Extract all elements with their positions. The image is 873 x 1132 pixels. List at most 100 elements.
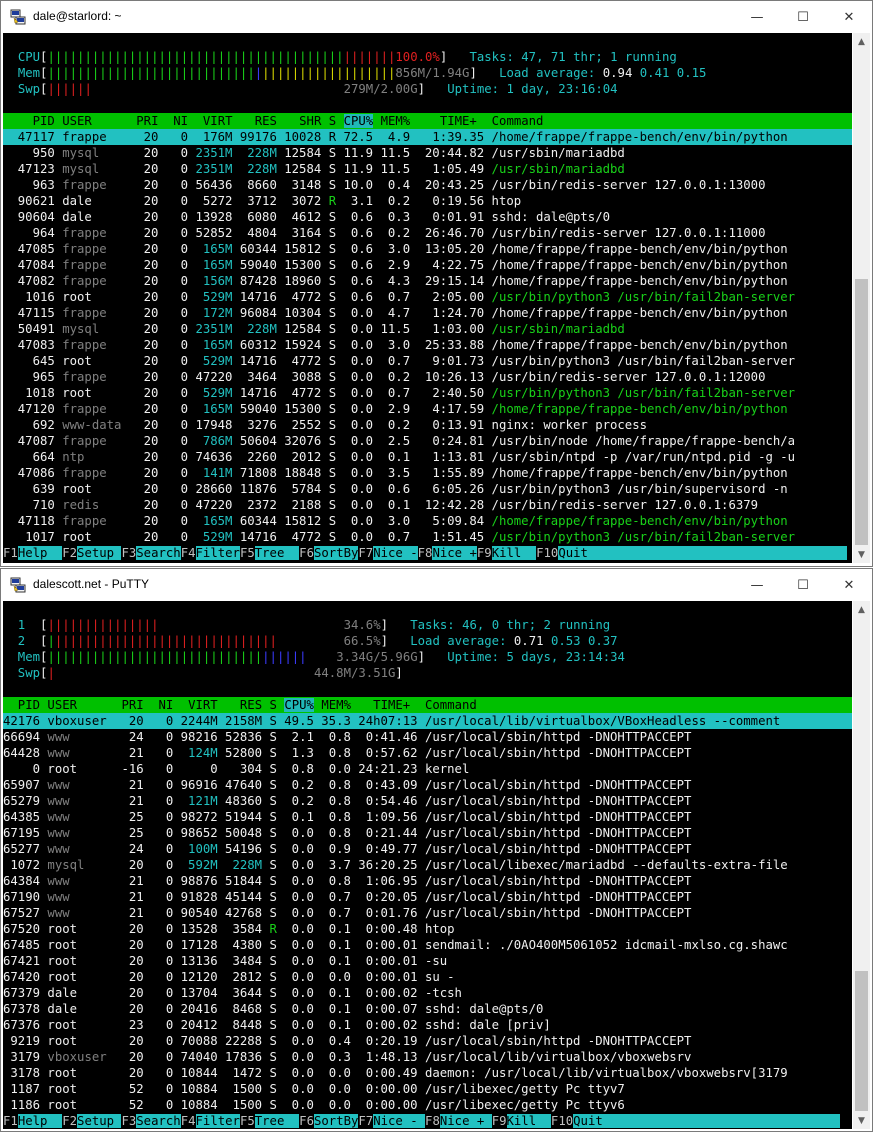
process-row[interactable]: 1186 root 52 0 10884 1500 S 0.0 0.0 0:00.00 /us… [3,1097,852,1113]
process-row[interactable]: 963 frappe 20 0 56436 8660 3148 S 10.0 0.4 20:43… [3,177,852,193]
fkey-label[interactable]: Filter [195,1114,240,1128]
process-table-header[interactable]: PID USER PRI NI VIRT RES S CPU% MEM% TIM… [3,697,852,713]
process-row[interactable]: 67527 www 21 0 90540 42768 S 0.0 0.7 0:01.76 /u… [3,905,852,921]
process-table-header[interactable]: PID USER PRI NI VIRT RES SHR S CPU% MEM%… [3,113,852,129]
process-row[interactable]: 964 frappe 20 0 52852 4804 3164 S 0.6 0.2 26:46.… [3,225,852,241]
minimize-button[interactable]: — [734,569,780,601]
fkey-f1[interactable]: F1 [3,1114,18,1128]
process-row[interactable]: 47123 mysql 20 0 2351M 228M 12584 S 11.9 11.5 1:… [3,161,852,177]
process-row[interactable]: 0 root -16 0 0 304 S 0.8 0.0 24:21.23 kernel [3,761,852,777]
fkey-label[interactable]: Nice - [373,546,418,560]
title-bar[interactable]: dalescott.net - PuTTY — ☐ ✕ [1,569,872,601]
header-columns-right[interactable]: MEM% TIME+ Command [373,114,544,128]
process-row[interactable]: 47117 frappe 20 0 176M 99176 10028 R 72.5 4.9 1:… [3,129,852,145]
process-row[interactable]: 47086 frappe 20 0 141M 71808 18848 S 0.0 3.5 1:5… [3,465,852,481]
minimize-button[interactable]: — [734,1,780,33]
process-row[interactable]: 965 frappe 20 0 47220 3464 3088 S 0.0 0.2 10:26.… [3,369,852,385]
maximize-button[interactable]: ☐ [780,1,826,33]
scrollbar[interactable]: ▲ ▼ [853,33,870,563]
fkey-label[interactable]: Nice + [439,1114,492,1128]
fkey-f8[interactable]: F8 [418,546,433,560]
process-row[interactable]: 9219 root 20 0 70088 22288 S 0.0 0.4 0:20.19 /u… [3,1033,852,1049]
scroll-down-icon[interactable]: ▼ [853,546,870,563]
process-row[interactable]: 65279 www 21 0 121M 48360 S 0.2 0.8 0:54.46 /us… [3,793,852,809]
process-row[interactable]: 639 root 20 0 28660 11876 5784 S 0.0 0.6 6:05.26… [3,481,852,497]
process-row[interactable]: 64384 www 21 0 98876 51844 S 0.0 0.8 1:06.95 /u… [3,873,852,889]
fkey-label[interactable]: Filter [195,546,240,560]
close-button[interactable]: ✕ [826,1,872,33]
process-row[interactable]: 67420 root 20 0 12120 2812 S 0.0 0.0 0:00.01 su… [3,969,852,985]
process-row[interactable]: 67379 dale 20 0 13704 3644 S 0.0 0.1 0:00.02 -t… [3,985,852,1001]
process-row[interactable]: 47087 frappe 20 0 786M 50604 32076 S 0.0 2.5 0:2… [3,433,852,449]
process-row[interactable]: 3178 root 20 0 10844 1472 S 0.0 0.0 0:00.49 dae… [3,1065,852,1081]
process-row[interactable]: 1017 root 20 0 529M 14716 4772 S 0.0 0.7 1:51.45… [3,529,852,545]
fkey-label[interactable]: Setup [77,546,122,560]
fkey-label[interactable]: Quit [558,546,848,560]
sort-column-cpu[interactable]: CPU% [284,698,314,712]
scroll-thumb[interactable] [855,971,868,1111]
process-row[interactable]: 67421 root 20 0 13136 3484 S 0.0 0.1 0:00.01 -s… [3,953,852,969]
process-row[interactable]: 90621 dale 20 0 5272 3712 3072 R 3.1 0.2 0:19.56… [3,193,852,209]
fkey-label[interactable]: Kill [506,1114,551,1128]
process-row[interactable]: 47118 frappe 20 0 165M 60344 15812 S 0.0 3.0 5:0… [3,513,852,529]
scroll-up-icon[interactable]: ▲ [853,33,870,50]
fkey-label[interactable]: Help [17,1114,63,1128]
fkey-label[interactable]: SortBy [313,546,359,560]
process-row[interactable]: 47083 frappe 20 0 165M 60312 15924 S 0.0 3.0 25:… [3,337,852,353]
maximize-button[interactable]: ☐ [780,569,826,601]
process-row[interactable]: 64428 www 21 0 124M 52800 S 1.3 0.8 0:57.62 /us… [3,745,852,761]
scroll-thumb[interactable] [855,279,868,545]
process-row[interactable]: 42176 vboxuser 20 0 2244M 2158M S 49.5 35.3 24h… [3,713,852,729]
process-row[interactable]: 1016 root 20 0 529M 14716 4772 S 0.6 0.7 2:05.00… [3,289,852,305]
process-row[interactable]: 950 mysql 20 0 2351M 228M 12584 S 11.9 11.5 20:4… [3,145,852,161]
fkey-label[interactable]: SortBy [313,1114,359,1128]
fkey-label[interactable]: Help [17,546,63,560]
process-row[interactable]: 664 ntp 20 0 74636 2260 2012 S 0.0 0.1 1:13.81 /… [3,449,852,465]
fkey-f10[interactable]: F10 [551,1114,573,1128]
terminal-screen[interactable]: CPU[||||||||||||||||||||||||||||||||||||… [3,33,852,563]
fkey-f2[interactable]: F2 [62,1114,77,1128]
process-row[interactable]: 50491 mysql 20 0 2351M 228M 12584 S 0.0 11.5 1:0… [3,321,852,337]
fkey-f6[interactable]: F6 [299,1114,314,1128]
fkey-label[interactable]: Nice + [432,546,477,560]
scroll-up-icon[interactable]: ▲ [853,601,870,618]
process-row[interactable]: 67520 root 20 0 13528 3584 R 0.0 0.1 0:00.48 ht… [3,921,852,937]
fkey-label[interactable]: Quit [573,1114,840,1128]
fkey-label[interactable]: Setup [77,1114,122,1128]
process-row[interactable]: 90604 dale 20 0 13928 6080 4612 S 0.6 0.3 0:01.9… [3,209,852,225]
process-row[interactable]: 1018 root 20 0 529M 14716 4772 S 0.0 0.7 2:40.50… [3,385,852,401]
fkey-f9[interactable]: F9 [492,1114,507,1128]
process-row[interactable]: 65907 www 21 0 96916 47640 S 0.2 0.8 0:43.09 /u… [3,777,852,793]
fkey-f7[interactable]: F7 [358,1114,373,1128]
fkey-f4[interactable]: F4 [181,546,196,560]
process-row[interactable]: 645 root 20 0 529M 14716 4772 S 0.0 0.7 9:01.73 … [3,353,852,369]
fkey-f5[interactable]: F5 [240,1114,255,1128]
fkey-f3[interactable]: F3 [121,1114,136,1128]
close-button[interactable]: ✕ [826,569,872,601]
fkey-label[interactable]: Tree [254,546,300,560]
process-row[interactable]: 47082 frappe 20 0 156M 87428 18960 S 0.6 4.3 29:… [3,273,852,289]
header-columns[interactable]: PID USER PRI NI VIRT RES S [3,698,284,712]
fkey-f10[interactable]: F10 [536,546,558,560]
process-row[interactable]: 1187 root 52 0 10884 1500 S 0.0 0.0 0:00.00 /us… [3,1081,852,1097]
process-row[interactable]: 67376 root 23 0 20412 8448 S 0.0 0.1 0:00.02 ss… [3,1017,852,1033]
scroll-down-icon[interactable]: ▼ [853,1112,870,1129]
header-columns-right[interactable]: MEM% TIME+ Command [314,698,476,712]
process-row[interactable]: 1072 mysql 20 0 592M 228M S 0.0 3.7 36:20.25 /u… [3,857,852,873]
fkey-f9[interactable]: F9 [477,546,492,560]
process-row[interactable]: 67378 dale 20 0 20416 8468 S 0.0 0.1 0:00.07 ss… [3,1001,852,1017]
process-row[interactable]: 47120 frappe 20 0 165M 59040 15300 S 0.0 2.9 4:1… [3,401,852,417]
fkey-label[interactable]: Kill [491,546,537,560]
process-row[interactable]: 3179 vboxuser 20 0 74040 17836 S 0.0 0.3 1:48.1… [3,1049,852,1065]
process-row[interactable]: 47085 frappe 20 0 165M 60344 15812 S 0.6 3.0 13:… [3,241,852,257]
fkey-label[interactable]: Search [136,1114,181,1128]
header-columns[interactable]: PID USER PRI NI VIRT RES SHR S [3,114,344,128]
fkey-f6[interactable]: F6 [299,546,314,560]
process-row[interactable]: 67485 root 20 0 17128 4380 S 0.0 0.1 0:00.01 se… [3,937,852,953]
fkey-label[interactable]: Nice - [373,1114,426,1128]
process-row[interactable]: 47115 frappe 20 0 172M 96084 10304 S 0.0 4.7 1:2… [3,305,852,321]
fkey-f3[interactable]: F3 [121,546,136,560]
process-row[interactable]: 67195 www 25 0 98652 50048 S 0.0 0.8 0:21.44 /u… [3,825,852,841]
fkey-f1[interactable]: F1 [3,546,18,560]
fkey-label[interactable]: Search [136,546,181,560]
